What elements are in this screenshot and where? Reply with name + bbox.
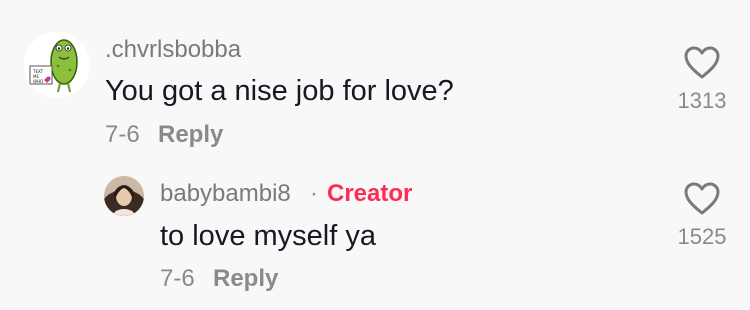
sign-line-3: WHO	[33, 79, 43, 84]
reply-text: to love myself ya	[160, 220, 376, 252]
heart-outline-icon[interactable]	[684, 182, 720, 221]
separator-dot: ·	[310, 180, 318, 207]
reply-button[interactable]: Reply	[213, 267, 278, 291]
user-photo-avatar-icon	[104, 176, 144, 216]
reply-item: babybambi8 · Creator to love myself ya 7…	[0, 160, 750, 310]
reply-button[interactable]: Reply	[158, 123, 223, 147]
reply-date: 7-6	[160, 265, 195, 292]
comment-date: 7-6	[105, 121, 140, 148]
pickle-avatar-icon: TEXT ME WHO	[24, 32, 90, 98]
like-count: 1313	[677, 88, 727, 113]
heart-outline-icon[interactable]	[684, 46, 720, 85]
creator-badge: Creator	[327, 180, 413, 207]
comment-username[interactable]: .chvrlsbobba	[105, 38, 241, 62]
avatar[interactable]	[104, 176, 144, 216]
like-count: 1525	[677, 224, 727, 249]
reply-username[interactable]: babybambi8	[160, 182, 291, 206]
comment-item: TEXT ME WHO .chvrlsbobba You got a nise …	[0, 0, 750, 160]
avatar[interactable]: TEXT ME WHO	[24, 32, 90, 98]
comment-text: You got a nise job for love?	[105, 75, 454, 107]
